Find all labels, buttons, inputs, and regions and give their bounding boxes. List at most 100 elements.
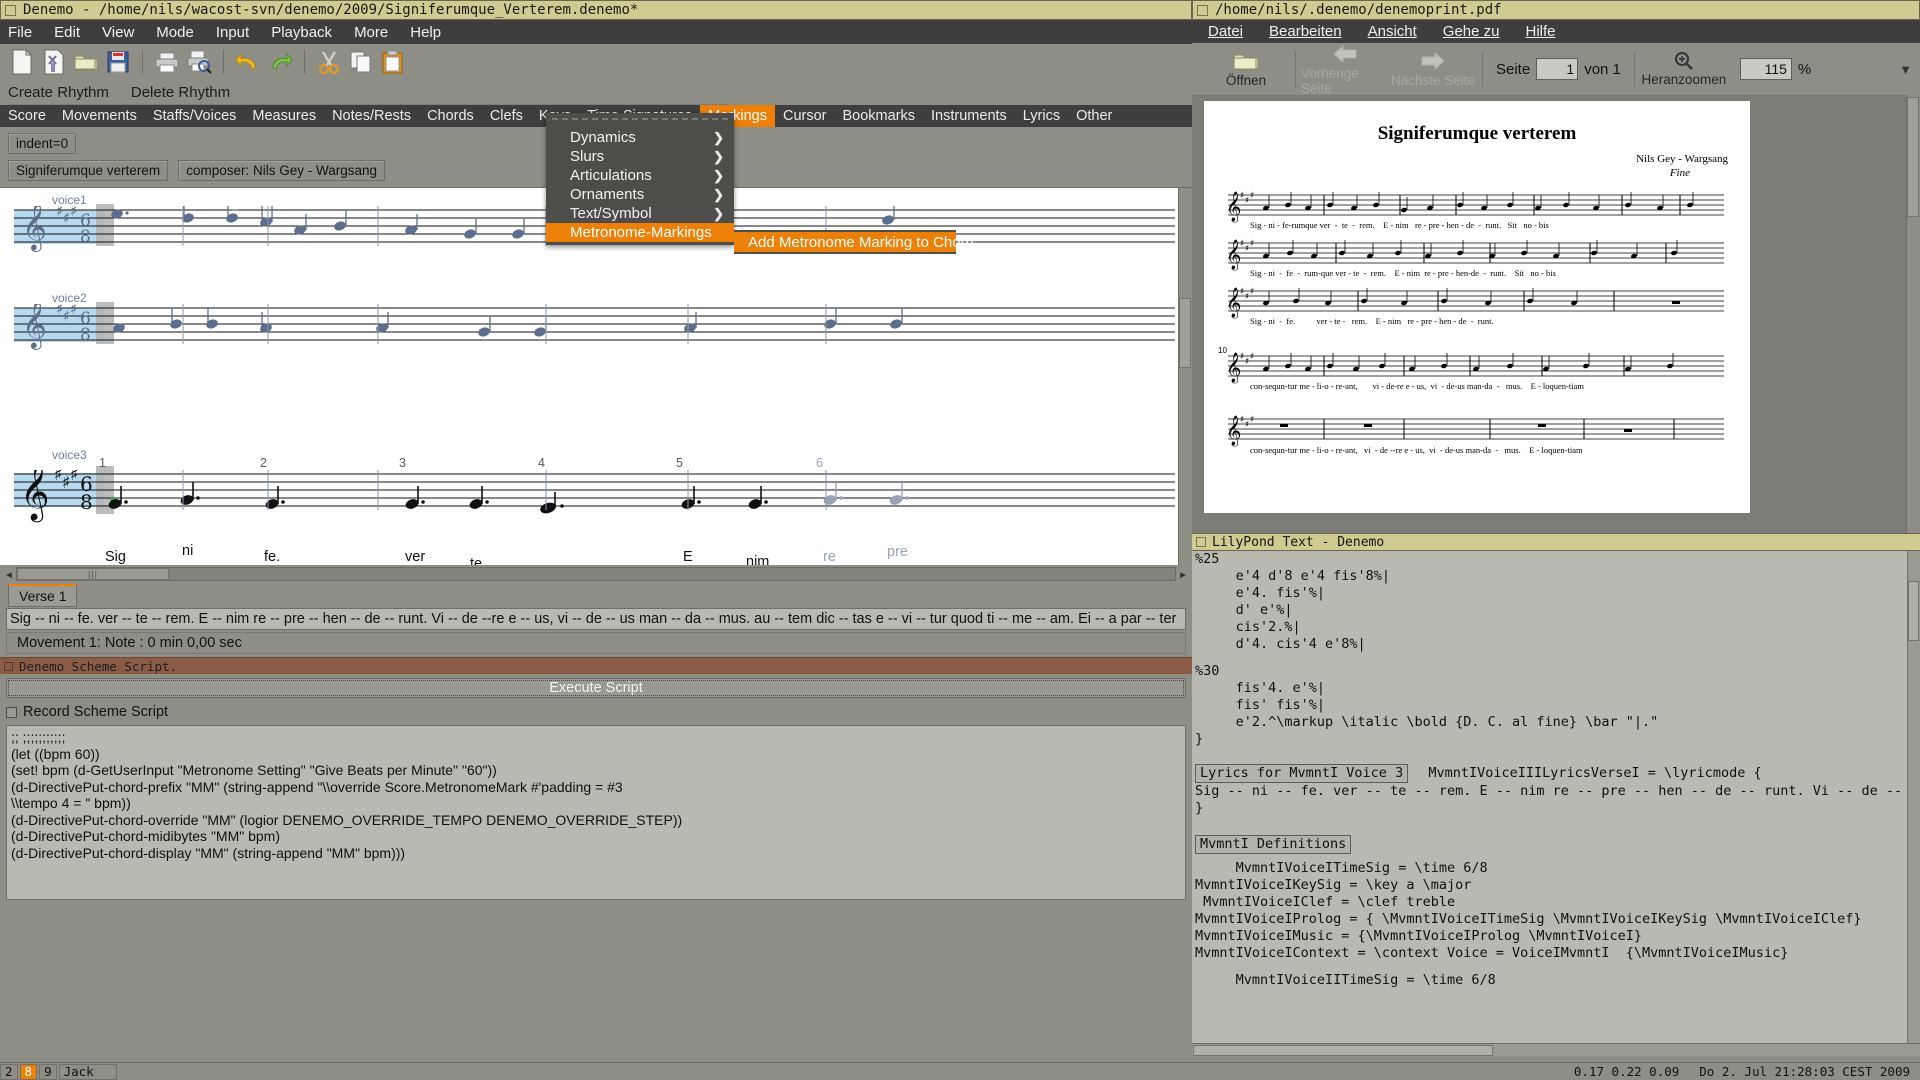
record-scheme-checkbox[interactable]: [6, 706, 17, 718]
voice1-label: voice1: [52, 193, 87, 207]
pdf-menu-gehe-zu[interactable]: Gehe zu: [1443, 23, 1500, 40]
menu-file[interactable]: File: [8, 24, 32, 41]
objmenu-chords[interactable]: Chords: [419, 105, 482, 127]
objmenu-staffs-voices[interactable]: Staffs/Voices: [145, 105, 245, 127]
open-button[interactable]: Öffnen: [1202, 50, 1290, 88]
hscroll-right-arrow-icon[interactable]: ▸: [1176, 568, 1190, 581]
pdf-vertical-scrollbar[interactable]: [1906, 95, 1920, 543]
menu-item-add-metronome-marking[interactable]: Add Metronome Marking to Chord: [734, 232, 974, 252]
menu-item-ornaments[interactable]: Ornaments ❯: [546, 185, 734, 204]
hscroll-thumb[interactable]: |||: [17, 568, 169, 580]
lilypond-vertical-scrollbar[interactable]: [1907, 551, 1920, 1056]
menu-more[interactable]: More: [354, 24, 388, 41]
menu-input[interactable]: Input: [216, 24, 249, 41]
lilypond-window-menu-icon[interactable]: [1196, 537, 1206, 547]
objmenu-notes-rests[interactable]: Notes/Rests: [324, 105, 419, 127]
pdf-menu-bearbeiten[interactable]: Bearbeiten: [1269, 23, 1342, 40]
measure-number-1: 1: [99, 456, 106, 470]
previous-page-label: Vorherige Seite: [1301, 65, 1359, 96]
paste-icon[interactable]: [379, 48, 407, 76]
objmenu-movements[interactable]: Movements: [54, 105, 145, 127]
scheme-window-menu-icon[interactable]: [4, 661, 13, 671]
menu-tearoff[interactable]: [552, 118, 728, 124]
menu-view[interactable]: View: [102, 24, 134, 41]
copy-icon[interactable]: [347, 48, 375, 76]
print-preview-icon[interactable]: [185, 48, 213, 76]
menu-help[interactable]: Help: [410, 24, 441, 41]
record-scheme-row[interactable]: Record Scheme Script: [0, 702, 1192, 722]
svg-text:𝄞: 𝄞: [20, 470, 50, 523]
score-vscroll-thumb[interactable]: [1179, 298, 1191, 368]
pdf-page-viewport[interactable]: Signiferumque verterem Nils Gey - Wargsa…: [1192, 95, 1920, 543]
score-horizontal-scrollbar[interactable]: ◂ ||| ▸: [0, 565, 1192, 583]
redo-icon[interactable]: [266, 48, 294, 76]
pdf-vscroll-thumb[interactable]: [1907, 97, 1919, 217]
status-clock: Do 2. Jul 21:28:03 CEST 2009: [1699, 1064, 1910, 1079]
objmenu-measures[interactable]: Measures: [244, 105, 324, 127]
create-rhythm-button[interactable]: Create Rhythm: [8, 84, 109, 101]
denemo-title-text: Denemo - /home/nils/wacost-svn/denemo/20…: [23, 2, 639, 18]
pdf-menu-hilfe[interactable]: Hilfe: [1526, 23, 1556, 40]
objmenu-score[interactable]: Score: [0, 105, 54, 127]
open-folder-icon[interactable]: [72, 48, 100, 76]
objmenu-cursor[interactable]: Cursor: [775, 105, 835, 127]
lilypond-hscroll-thumb[interactable]: [1193, 1045, 1493, 1056]
movement-status-line: Movement 1: Note : 0 min 0,00 sec: [6, 632, 1186, 654]
menu-item-text-symbol[interactable]: Text/Symbol ❯: [546, 204, 734, 223]
score-title-button[interactable]: Signiferumque verterem: [8, 160, 169, 181]
menu-mode[interactable]: Mode: [156, 24, 194, 41]
zoom-dropdown-chevron-icon[interactable]: ▼: [1899, 62, 1912, 77]
delete-rhythm-button[interactable]: Delete Rhythm: [131, 84, 230, 101]
objmenu-clefs[interactable]: Clefs: [482, 105, 531, 127]
lilypond-horizontal-scrollbar[interactable]: [1192, 1043, 1920, 1056]
new-file-icon[interactable]: [8, 48, 36, 76]
pdf-menu-datei[interactable]: Datei: [1208, 23, 1243, 40]
indent-button[interactable]: indent=0: [8, 133, 77, 154]
sheet-lyric-line-1: Sig - ni - fe-rumque ver - te - rem. E -…: [1250, 220, 1549, 230]
hscroll-trough[interactable]: |||: [16, 567, 1176, 581]
lilypond-vscroll-thumb[interactable]: [1908, 581, 1919, 641]
undo-icon[interactable]: [234, 48, 262, 76]
zoom-in-button[interactable]: Heranzoomen: [1640, 51, 1728, 87]
pdf-window-menu-icon[interactable]: [1197, 4, 1208, 16]
objmenu-other[interactable]: Other: [1068, 105, 1120, 127]
hscroll-left-arrow-icon[interactable]: ◂: [2, 568, 16, 581]
menu-item-dynamics[interactable]: Dynamics ❯: [546, 128, 734, 147]
menu-item-slurs[interactable]: Slurs ❯: [546, 147, 734, 166]
score-composer-button[interactable]: composer: Nils Gey - Wargsang: [178, 160, 386, 181]
objmenu-lyrics[interactable]: Lyrics: [1015, 105, 1068, 127]
objmenu-bookmarks[interactable]: Bookmarks: [835, 105, 924, 127]
new-from-template-icon[interactable]: [40, 48, 68, 76]
pdf-menu-hilfe-label: Hilfe: [1525, 23, 1556, 40]
previous-page-button[interactable]: Vorherige Seite: [1301, 43, 1389, 96]
cut-icon[interactable]: [315, 48, 343, 76]
lilypond-text-editor[interactable]: %25 e'4 d'8 e'4 fis'8%| e'4. fis'%| d' e…: [1192, 551, 1920, 1056]
pdf-titlebar: /home/nils/.denemo/denemoprint.pdf: [1192, 0, 1920, 20]
tab-verse-1[interactable]: Verse 1: [8, 584, 78, 607]
execute-script-button[interactable]: Execute Script: [6, 678, 1186, 698]
page-number-input[interactable]: 1: [1536, 58, 1579, 80]
chevron-right-icon: ❯: [713, 186, 724, 202]
pdf-menu-ansicht[interactable]: Ansicht: [1368, 23, 1417, 40]
save-icon[interactable]: [104, 48, 132, 76]
lily-line-9: e'2.^\markup \italic \bold {D. C. al fin…: [1195, 714, 1659, 730]
zoom-level-input[interactable]: 115: [1739, 58, 1792, 80]
markings-dropdown-menu[interactable]: Dynamics ❯ Slurs ❯ Articulations ❯ Ornam…: [546, 113, 749, 245]
menu-item-metronome-markings[interactable]: Metronome-Markings ❯: [546, 223, 749, 242]
objmenu-instruments[interactable]: Instruments: [923, 105, 1015, 127]
definitions-section-header[interactable]: MvmntI Definitions: [1195, 835, 1352, 854]
menu-item-text-symbol-label: Text/Symbol: [570, 205, 652, 222]
menu-edit[interactable]: Edit: [54, 24, 80, 41]
verse-text-field[interactable]: Sig -- ni -- fe. ver -- te -- rem. E -- …: [6, 608, 1186, 630]
window-menu-icon[interactable]: [5, 4, 16, 16]
print-icon[interactable]: [153, 48, 181, 76]
score-vertical-scrollbar[interactable]: [1178, 188, 1192, 565]
next-page-button[interactable]: Nächste Seite: [1389, 50, 1477, 88]
lyrics-section-header[interactable]: Lyrics for MvmntI Voice 3: [1195, 764, 1409, 783]
scheme-code-editor[interactable]: ;; ;;;;;;;;;;; (let ((bpm 60)) (set! bpm…: [6, 725, 1186, 900]
menu-item-articulations[interactable]: Articulations ❯: [546, 166, 734, 185]
metronome-submenu[interactable]: Add Metronome Marking to Chord: [734, 230, 974, 254]
menu-playback[interactable]: Playback: [271, 24, 332, 41]
measure-number-6: 6: [816, 456, 823, 470]
pdf-menu-gehe-zu-label: Gehe zu: [1442, 23, 1500, 40]
